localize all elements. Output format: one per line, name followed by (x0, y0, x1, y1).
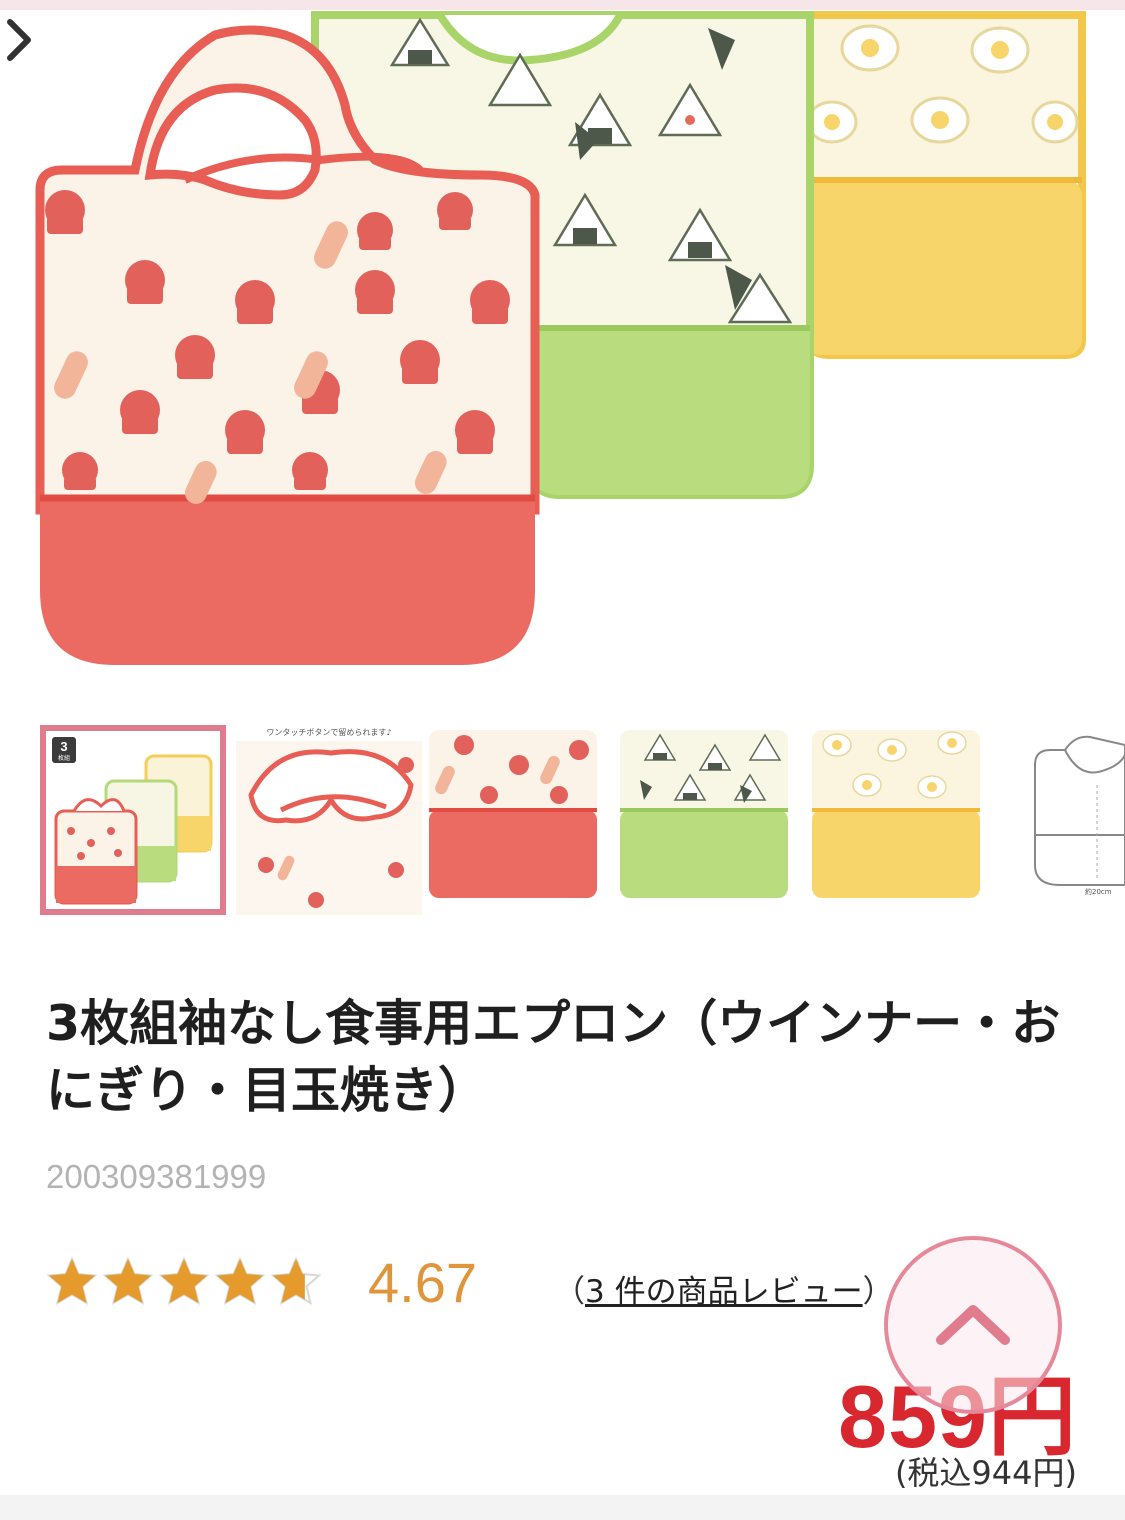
chevron-right-icon[interactable] (0, 10, 40, 70)
thumbnail-3[interactable] (429, 725, 615, 915)
thumbnail-2[interactable]: ワンタッチボタンで留められます♪ (236, 725, 422, 915)
price-tax-included: (税込944円) (894, 1454, 1077, 1492)
thumbnail-5[interactable] (812, 725, 998, 915)
thumbnail-4[interactable] (620, 725, 806, 915)
star-icon (46, 1256, 98, 1306)
chevron-up-icon (936, 1305, 1010, 1345)
star-icon (102, 1256, 154, 1306)
review-link-wrapper: （3 件の商品レビュー） (554, 1274, 894, 1310)
thumbnail-1[interactable]: 3 枚組 (40, 725, 226, 915)
rating-value: 4.67 (368, 1251, 477, 1314)
thumbnail-6[interactable]: 約20cm (1005, 725, 1125, 915)
rating-row: 4.67 （3 件の商品レビュー） (46, 1250, 926, 1320)
product-title: 3枚組袖なし食事用エプロン（ウインナー・おにぎり・目玉焼き） (46, 995, 1061, 1119)
bib-set-illustration (35, 11, 1086, 665)
thumbnail-caption: ワンタッチボタンで留められます♪ (266, 728, 392, 737)
set-count-badge: 3 枚組 (52, 737, 76, 763)
star-icon (270, 1256, 322, 1306)
top-strip (0, 0, 1125, 10)
main-product-image[interactable] (0, 10, 1125, 710)
star-icon (214, 1256, 266, 1306)
star-rating (46, 1256, 331, 1308)
review-count-link[interactable]: 3 件の商品レビュー (585, 1274, 863, 1310)
dimension-label: 約20cm (1085, 888, 1112, 896)
bottom-bar (0, 1495, 1125, 1520)
thumbnail-strip: 3 枚組 ワンタッチボタンで留められます♪ 約20cm (40, 725, 1125, 915)
product-sku: 200309381999 (46, 1158, 267, 1195)
scroll-to-top-button[interactable] (884, 1236, 1062, 1414)
star-icon (158, 1256, 210, 1306)
